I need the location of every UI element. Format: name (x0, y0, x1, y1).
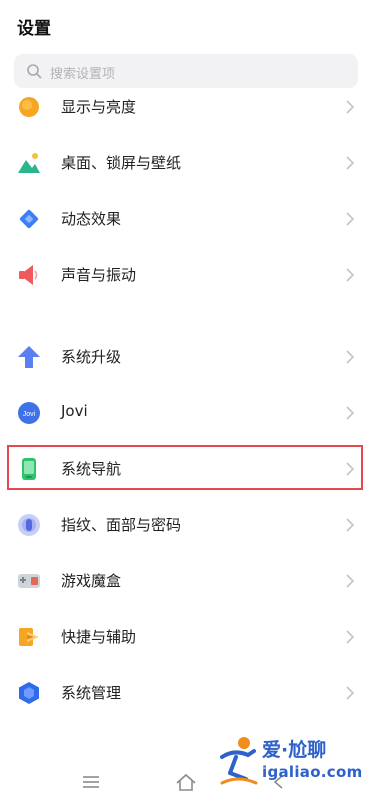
settings-item-label: 系统升级 (61, 348, 122, 366)
settings-item-shortcuts[interactable]: 快捷与辅助 (0, 609, 373, 665)
settings-item-game-box[interactable]: 游戏魔盒 (0, 553, 373, 609)
system-management-icon (19, 682, 39, 704)
settings-item-system-update[interactable]: 系统升级 (0, 329, 373, 385)
shortcuts-accessibility-icon (19, 628, 39, 646)
settings-item-sound-vibration[interactable]: 声音与振动 (0, 247, 373, 303)
settings-item-label: 游戏魔盒 (61, 572, 122, 590)
fingerprint-icon (18, 514, 40, 536)
highlight-box (7, 445, 363, 490)
watermark-url: igaliao.com (262, 763, 363, 781)
chevron-right-icon (346, 630, 355, 644)
settings-item-jovi[interactable]: Jovi Jovi (0, 385, 373, 441)
settings-item-system-management[interactable]: 系统管理 (0, 665, 373, 721)
sound-vibration-icon (19, 265, 38, 285)
jovi-icon: Jovi (18, 402, 40, 424)
display-brightness-icon (19, 97, 39, 117)
wallpaper-icon (18, 153, 40, 173)
settings-item-animation-effects[interactable]: 动态效果 (0, 191, 373, 247)
chevron-right-icon (346, 518, 355, 532)
settings-item-label: 桌面、锁屏与壁纸 (61, 154, 182, 172)
chevron-right-icon (346, 350, 355, 364)
chevron-right-icon (346, 686, 355, 700)
watermark-title: 爱·尬聊 (262, 739, 327, 761)
search-icon (27, 64, 42, 79)
page-title: 设置 (17, 19, 51, 39)
settings-item-display-brightness[interactable]: 显示与亮度 (0, 79, 373, 135)
settings-item-label: 动态效果 (61, 210, 122, 228)
watermark: 爱·尬聊 igaliao.com (218, 733, 368, 793)
settings-item-label: Jovi (61, 402, 88, 420)
animation-effects-icon (19, 209, 39, 229)
chevron-right-icon (346, 100, 355, 114)
chevron-right-icon (346, 268, 355, 282)
chevron-right-icon (346, 574, 355, 588)
system-update-icon (18, 346, 40, 368)
settings-item-label: 显示与亮度 (61, 98, 137, 116)
home-icon[interactable] (175, 772, 197, 792)
chevron-right-icon (346, 212, 355, 226)
menu-icon[interactable] (80, 772, 102, 792)
game-box-icon (18, 574, 40, 588)
settings-item-fingerprint[interactable]: 指纹、面部与密码 (0, 497, 373, 553)
settings-item-label: 指纹、面部与密码 (61, 516, 182, 534)
settings-item-label: 快捷与辅助 (61, 628, 137, 646)
chevron-right-icon (346, 406, 355, 420)
settings-item-wallpaper[interactable]: 桌面、锁屏与壁纸 (0, 135, 373, 191)
chevron-right-icon (346, 156, 355, 170)
svg-text:Jovi: Jovi (23, 411, 36, 418)
settings-item-label: 声音与振动 (61, 266, 137, 284)
watermark-logo-icon (220, 737, 258, 785)
settings-item-label: 系统管理 (61, 684, 122, 702)
